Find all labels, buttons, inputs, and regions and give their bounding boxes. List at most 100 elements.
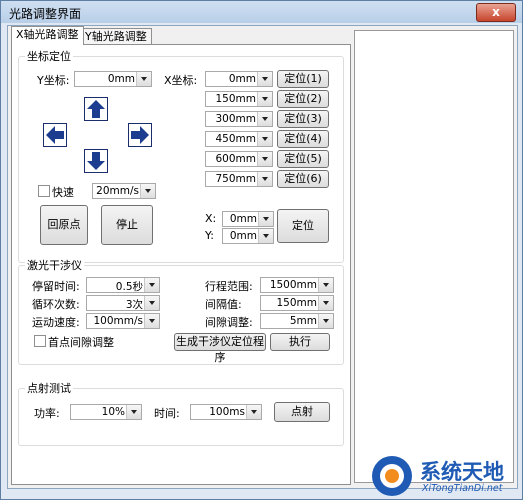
range-value: 1500mm xyxy=(269,279,317,291)
y-small-value: 0mm xyxy=(229,230,257,242)
gap-combo[interactable]: 5mm xyxy=(260,313,334,329)
chevron-down-icon[interactable] xyxy=(136,72,151,86)
arrow-right-button[interactable] xyxy=(128,123,152,147)
stop-button[interactable]: 停止 xyxy=(101,205,153,245)
x-coord-combo-3[interactable]: 300mm xyxy=(205,111,273,127)
locate-6-button[interactable]: 定位(6) xyxy=(277,170,329,188)
coord-group-title: 坐标定位 xyxy=(25,48,73,64)
chevron-down-icon[interactable] xyxy=(257,132,272,146)
locate-4-button[interactable]: 定位(4) xyxy=(277,130,329,148)
gap-label: 间隙调整: xyxy=(205,316,253,329)
cycles-label: 循环次数: xyxy=(32,298,80,311)
chevron-down-icon[interactable] xyxy=(144,296,159,310)
chevron-down-icon[interactable] xyxy=(246,405,261,419)
x-coord-combo-5[interactable]: 600mm xyxy=(205,151,273,167)
range-combo[interactable]: 1500mm xyxy=(260,277,334,293)
fast-checkbox[interactable] xyxy=(38,185,50,197)
gap-value: 5mm xyxy=(289,315,317,327)
arrow-down-icon xyxy=(87,152,105,170)
x-coord-value: 150mm xyxy=(215,93,257,105)
title-bar: 光路调整界面 x xyxy=(1,1,522,23)
chevron-down-icon[interactable] xyxy=(144,314,159,328)
main-window: 光路调整界面 x X轴光路调整 Y轴光路调整 坐标定位 Y坐标: 0mm X坐标… xyxy=(0,0,523,500)
first-point-checkbox[interactable] xyxy=(34,335,46,347)
chevron-down-icon[interactable] xyxy=(258,212,273,226)
power-value: 10% xyxy=(101,406,125,418)
interval-combo[interactable]: 150mm xyxy=(260,295,334,311)
arrow-right-icon xyxy=(131,126,149,144)
x-coord-combo-4[interactable]: 450mm xyxy=(205,131,273,147)
tab-y-axis-label: Y轴光路调整 xyxy=(85,30,147,43)
chevron-down-icon[interactable] xyxy=(257,92,272,106)
home-button[interactable]: 回原点 xyxy=(40,205,88,245)
x-coord-value: 750mm xyxy=(215,173,257,185)
locate-1-button[interactable]: 定位(1) xyxy=(277,70,329,88)
execute-button[interactable]: 执行 xyxy=(270,333,330,351)
chevron-down-icon[interactable] xyxy=(318,296,333,310)
x-small-combo[interactable]: 0mm xyxy=(222,211,274,227)
x-coord-combo-1[interactable]: 0mm xyxy=(205,71,273,87)
client-area: X轴光路调整 Y轴光路调整 坐标定位 Y坐标: 0mm X坐标: 0mm 150… xyxy=(7,25,518,489)
x-coord-value: 300mm xyxy=(215,113,257,125)
window-title: 光路调整界面 xyxy=(9,7,82,21)
stop-time-combo[interactable]: 0.5秒 xyxy=(86,277,160,293)
x-coord-value: 600mm xyxy=(215,153,257,165)
locate-3-button[interactable]: 定位(3) xyxy=(277,110,329,128)
speed-combo[interactable]: 20mm/s xyxy=(92,183,156,199)
tab-y-axis[interactable]: Y轴光路调整 xyxy=(80,28,152,45)
watermark-logo-icon xyxy=(372,456,412,496)
locate-5-button[interactable]: 定位(5) xyxy=(277,150,329,168)
move-speed-value: 100mm/s xyxy=(93,315,143,327)
time-label: 时间: xyxy=(154,407,180,420)
first-point-label: 首点间隙调整 xyxy=(48,336,114,349)
cycles-value: 3次 xyxy=(125,299,143,311)
x-coord-combo-2[interactable]: 150mm xyxy=(205,91,273,107)
chevron-down-icon[interactable] xyxy=(257,112,272,126)
speed-value: 20mm/s xyxy=(96,185,139,197)
range-label: 行程范围: xyxy=(205,280,253,293)
chevron-down-icon[interactable] xyxy=(318,278,333,292)
arrow-left-button[interactable] xyxy=(43,123,67,147)
tab-x-axis[interactable]: X轴光路调整 xyxy=(11,26,84,45)
x-coord-label: X坐标: xyxy=(164,74,198,87)
tab-x-axis-label: X轴光路调整 xyxy=(16,28,79,41)
interval-label: 间隔值: xyxy=(205,298,242,311)
chevron-down-icon[interactable] xyxy=(257,172,272,186)
chevron-down-icon[interactable] xyxy=(257,72,272,86)
y-coord-combo[interactable]: 0mm xyxy=(74,71,152,87)
close-button[interactable]: x xyxy=(476,3,516,22)
locate-button[interactable]: 定位 xyxy=(277,209,329,243)
time-combo[interactable]: 100ms xyxy=(190,404,262,420)
arrow-up-icon xyxy=(87,100,105,118)
power-label: 功率: xyxy=(34,407,60,420)
watermark-url: XiTongTianDi.net xyxy=(422,483,503,494)
x-small-label: X: xyxy=(205,212,217,225)
y-coord-label: Y坐标: xyxy=(37,74,70,87)
locate-2-button[interactable]: 定位(2) xyxy=(277,90,329,108)
y-coord-value: 0mm xyxy=(107,73,135,85)
move-speed-combo[interactable]: 100mm/s xyxy=(86,313,160,329)
arrow-down-button[interactable] xyxy=(84,149,108,173)
interval-value: 150mm xyxy=(276,297,318,309)
y-small-combo[interactable]: 0mm xyxy=(222,228,274,244)
fast-label: 快速 xyxy=(52,186,74,199)
power-combo[interactable]: 10% xyxy=(70,404,142,420)
x-coord-value: 0mm xyxy=(228,73,256,85)
time-value: 100ms xyxy=(209,406,245,418)
y-small-label: Y: xyxy=(205,229,214,242)
cycles-combo[interactable]: 3次 xyxy=(86,295,160,311)
generate-program-button[interactable]: 生成干涉仪定位程序 xyxy=(174,333,266,364)
x-small-value: 0mm xyxy=(229,213,257,225)
chevron-down-icon[interactable] xyxy=(144,278,159,292)
fire-button[interactable]: 点射 xyxy=(274,402,330,422)
chevron-down-icon[interactable] xyxy=(140,184,155,198)
x-coord-combo-6[interactable]: 750mm xyxy=(205,171,273,187)
laser-group-title: 激光干涉仪 xyxy=(25,257,84,273)
stop-time-label: 停留时间: xyxy=(32,280,80,293)
chevron-down-icon[interactable] xyxy=(258,229,273,243)
chevron-down-icon[interactable] xyxy=(257,152,272,166)
watermark-brand: 系统天地 xyxy=(420,460,504,484)
chevron-down-icon[interactable] xyxy=(126,405,141,419)
chevron-down-icon[interactable] xyxy=(318,314,333,328)
arrow-up-button[interactable] xyxy=(84,97,108,121)
